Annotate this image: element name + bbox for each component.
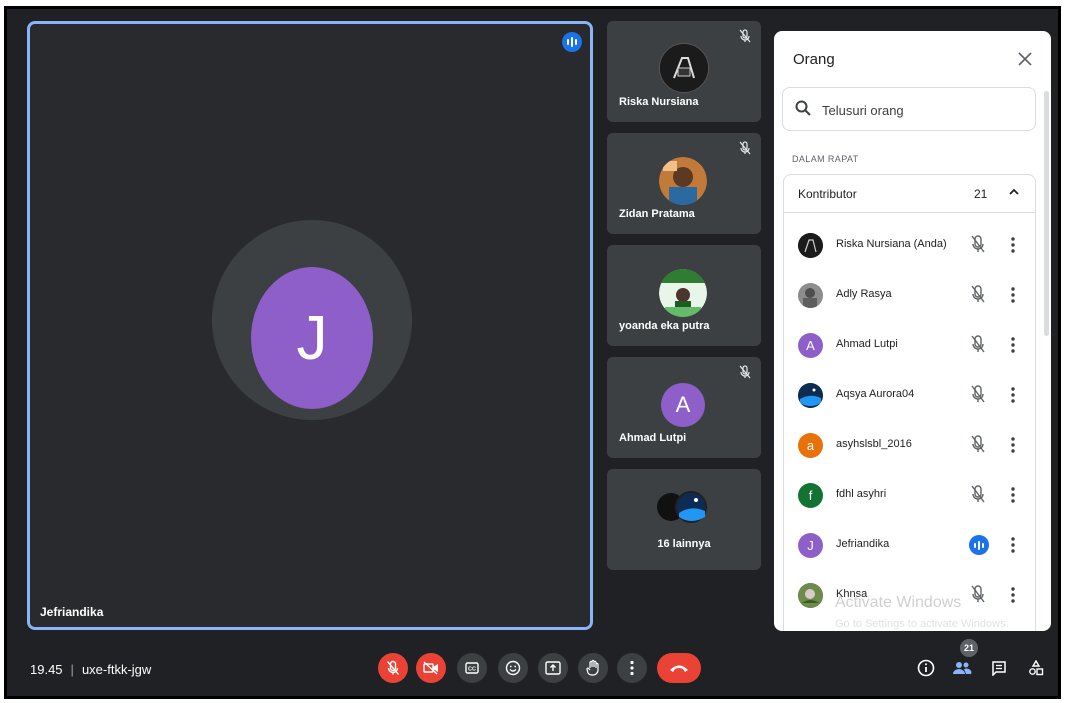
mic-off-icon <box>970 334 986 359</box>
participant-name: Ahmad Lutpi <box>619 432 687 444</box>
participant-row[interactable]: a asyhslsbl_2016 <box>784 420 1037 470</box>
more-options-icon[interactable] <box>1010 436 1016 454</box>
participant-tile[interactable]: yoanda eka putra <box>607 245 761 346</box>
chevron-up-icon[interactable] <box>1007 185 1021 204</box>
avatar <box>798 283 823 308</box>
control-bar: 19.45 | uxe-ftkk-jgw CC 21 <box>7 637 1058 695</box>
participant-row[interactable]: Aqsya Aurora04 <box>784 370 1037 420</box>
participant-tile[interactable]: A Ahmad Lutpi <box>607 357 761 458</box>
section-label: DALAM RAPAT <box>792 154 859 164</box>
participant-name: Jefriandika <box>836 538 890 550</box>
participant-name: Jefriandika <box>40 605 104 619</box>
people-count-badge: 21 <box>960 639 978 657</box>
avatar-stack <box>657 487 717 527</box>
mic-off-icon <box>970 584 986 609</box>
meeting-code: uxe-ftkk-jgw <box>81 662 152 677</box>
avatar <box>798 383 823 408</box>
participant-name: Adly Rasya <box>836 288 892 300</box>
avatar <box>798 583 823 608</box>
avatar <box>659 43 709 93</box>
mic-off-icon <box>970 234 986 259</box>
avatar: A <box>798 333 823 358</box>
participant-name: yoanda eka putra <box>619 320 710 332</box>
participant-name: asyhslsbl_2016 <box>836 438 912 450</box>
chat-icon[interactable] <box>988 657 1010 679</box>
mic-off-icon <box>970 284 986 309</box>
watermark-title: Activate Windows <box>835 594 962 611</box>
mic-toggle-button[interactable] <box>378 653 408 683</box>
search-field[interactable] <box>782 87 1036 131</box>
participant-name: Riska Nursiana (Anda) <box>836 238 947 250</box>
speaking-indicator-icon <box>562 32 582 52</box>
avatar <box>659 269 707 317</box>
watermark-subtitle: Go to Settings to activate Windows. <box>835 618 1009 630</box>
avatar <box>659 157 707 205</box>
participant-row[interactable]: f fdhl asyhri <box>784 470 1037 520</box>
participant-name: Riska Nursiana <box>619 96 699 108</box>
mic-off-icon <box>739 29 751 48</box>
participant-row[interactable]: Adly Rasya <box>784 270 1037 320</box>
close-icon[interactable] <box>1013 47 1037 71</box>
mic-off-icon <box>970 484 986 509</box>
meeting-info: 19.45 | uxe-ftkk-jgw <box>30 662 151 677</box>
end-call-button[interactable] <box>657 653 701 683</box>
avatar: J <box>251 267 373 409</box>
meeting-time: 19.45 <box>30 662 63 677</box>
separator: | <box>70 662 74 677</box>
people-icon[interactable] <box>951 657 973 679</box>
group-count: 21 <box>974 187 988 201</box>
scrollbar[interactable] <box>1044 91 1049 336</box>
participant-tile[interactable]: Riska Nursiana <box>607 21 761 122</box>
more-options-icon[interactable] <box>1010 386 1016 404</box>
emoji-reaction-button[interactable] <box>498 653 528 683</box>
camera-toggle-button[interactable] <box>416 653 446 683</box>
panel-title: Orang <box>793 51 835 68</box>
more-options-icon[interactable] <box>1010 336 1016 354</box>
participant-tile[interactable]: Zidan Pratama <box>607 133 761 234</box>
more-options-icon[interactable] <box>1010 286 1016 304</box>
activities-icon[interactable] <box>1025 657 1047 679</box>
svg-text:CC: CC <box>468 667 476 673</box>
more-options-icon[interactable] <box>1010 536 1016 554</box>
participant-row[interactable]: A Ahmad Lutpi <box>784 320 1037 370</box>
participant-row[interactable]: J Jefriandika <box>784 520 1037 570</box>
main-video-tile[interactable]: J Jefriandika <box>27 21 593 630</box>
mic-off-icon <box>739 365 751 384</box>
mic-off-icon <box>970 384 986 409</box>
participant-name: Zidan Pratama <box>619 208 695 220</box>
more-options-icon[interactable] <box>1010 486 1016 504</box>
captions-button[interactable]: CC <box>457 653 487 683</box>
group-header[interactable]: Kontributor 21 <box>784 175 1035 213</box>
participant-name: Ahmad Lutpi <box>836 338 898 350</box>
contributors-group: Kontributor 21 Riska Nursiana (Anda) Adl… <box>783 174 1036 631</box>
search-icon <box>795 100 811 121</box>
avatar <box>798 233 823 258</box>
mic-off-icon <box>739 141 751 160</box>
search-input[interactable] <box>820 99 1024 121</box>
participant-row[interactable]: Riska Nursiana (Anda) <box>784 220 1037 270</box>
meet-window: J Jefriandika Riska Nursiana Zidan Prata… <box>4 6 1061 699</box>
raise-hand-button[interactable] <box>578 653 608 683</box>
more-participants-tile[interactable]: 16 lainnya <box>607 469 761 570</box>
avatar: A <box>661 383 705 427</box>
avatar: a <box>798 433 823 458</box>
present-screen-button[interactable] <box>538 653 568 683</box>
people-panel: Orang DALAM RAPAT Kontributor 21 <box>774 31 1051 631</box>
more-options-icon[interactable] <box>1010 236 1016 254</box>
mic-off-icon <box>970 434 986 459</box>
participant-name: fdhl asyhri <box>836 488 887 500</box>
participant-name: Aqsya Aurora04 <box>836 388 915 400</box>
more-participants-label: 16 lainnya <box>657 538 711 550</box>
meeting-details-icon[interactable] <box>915 657 937 679</box>
avatar: f <box>798 483 823 508</box>
speaking-indicator-icon <box>969 535 989 555</box>
more-options-button[interactable] <box>617 653 647 683</box>
group-label: Kontributor <box>798 187 857 201</box>
avatar: J <box>798 533 823 558</box>
more-options-icon[interactable] <box>1010 586 1016 604</box>
